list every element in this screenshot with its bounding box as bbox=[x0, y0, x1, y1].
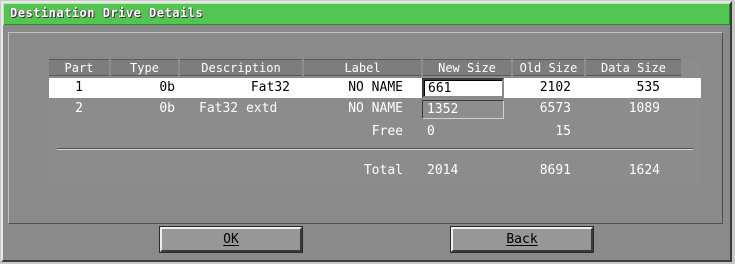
table-row[interactable]: 1 0b Fat32 NO NAME 661 2102 535 bbox=[49, 78, 701, 98]
cell-description: Fat32 extd bbox=[199, 101, 278, 116]
cell-old-size: 2102 bbox=[539, 80, 571, 95]
free-label: Free bbox=[371, 124, 403, 139]
ok-button-label: OK bbox=[223, 232, 239, 247]
free-row: Free 0 15 bbox=[49, 122, 701, 142]
total-row: Total 2014 8691 1624 bbox=[49, 161, 701, 181]
new-size-input-part-2[interactable]: 1352 bbox=[422, 100, 504, 119]
cell-label: NO NAME bbox=[348, 101, 403, 116]
cell-label: NO NAME bbox=[348, 80, 403, 95]
cell-type: 0b bbox=[159, 101, 175, 116]
table-divider bbox=[57, 148, 693, 150]
free-new-size: 0 bbox=[427, 124, 435, 139]
total-old-size: 8691 bbox=[539, 163, 571, 178]
partition-table: Part Type Description Label New Size Old… bbox=[49, 59, 701, 185]
total-label: Total bbox=[363, 163, 403, 178]
cell-part: 2 bbox=[75, 101, 83, 116]
column-header-new-size: New Size bbox=[423, 59, 511, 76]
column-header-description: Description bbox=[180, 59, 302, 76]
title-bar: Destination Drive Details bbox=[3, 3, 730, 25]
dialog-title: Destination Drive Details bbox=[10, 6, 204, 20]
cell-data-size: 535 bbox=[636, 80, 660, 95]
cell-old-size: 6573 bbox=[539, 101, 571, 116]
back-button[interactable]: Back bbox=[450, 226, 594, 253]
total-new-size: 2014 bbox=[427, 163, 459, 178]
free-old-size: 15 bbox=[555, 124, 571, 139]
back-button-label: Back bbox=[506, 232, 538, 247]
cell-data-size: 1089 bbox=[628, 101, 660, 116]
table-row[interactable]: 2 0b Fat32 extd NO NAME 1352 6573 1089 bbox=[49, 99, 701, 119]
column-header-old-size: Old Size bbox=[513, 59, 584, 76]
column-header-label: Label bbox=[304, 59, 421, 76]
cell-type: 0b bbox=[159, 80, 175, 95]
cell-description: Fat32 bbox=[250, 80, 290, 95]
column-header-part: Part bbox=[49, 59, 109, 76]
new-size-input-part-1[interactable]: 661 bbox=[422, 78, 504, 98]
ok-button[interactable]: OK bbox=[159, 226, 303, 253]
cell-part: 1 bbox=[75, 80, 83, 95]
column-header-type: Type bbox=[111, 59, 178, 76]
column-header-data-size: Data Size bbox=[586, 59, 681, 76]
total-data-size: 1624 bbox=[628, 163, 660, 178]
